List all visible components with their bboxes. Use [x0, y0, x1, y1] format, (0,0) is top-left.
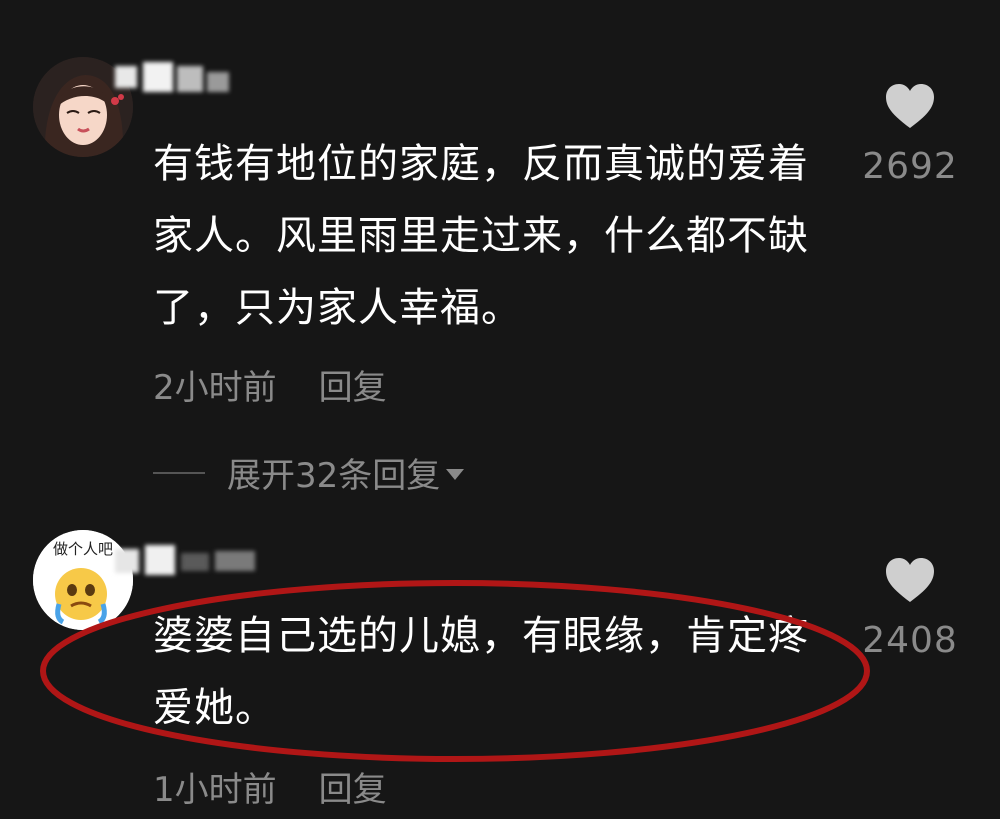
username-redacted[interactable]: [115, 62, 235, 92]
comment-meta: 2小时前 回复: [153, 360, 387, 409]
comment-meta: 1小时前 回复: [153, 762, 387, 811]
like-count: 2408: [862, 620, 958, 661]
triangle-down-icon: [446, 469, 465, 480]
comment-text: 有钱有地位的家庭，反而真诚的爱着家人。风里雨里走过来，什么都不缺了，只为家人幸福…: [153, 141, 809, 331]
like-button[interactable]: 2692: [840, 82, 980, 187]
avatar-caption: 做个人吧: [53, 540, 113, 558]
expand-replies-label: 展开32条回复: [227, 456, 441, 496]
reply-button[interactable]: 回复: [319, 762, 387, 811]
heart-icon: [886, 84, 934, 128]
heart-icon: [886, 558, 934, 602]
like-button[interactable]: 2408: [840, 556, 980, 661]
reply-button[interactable]: 回复: [319, 360, 387, 409]
expand-replies-button[interactable]: 展开32条回复: [153, 448, 465, 497]
comment-text: 婆婆自己选的儿媳，有眼缘，肯定疼爱她。: [153, 613, 809, 731]
divider-line: [153, 471, 205, 474]
comment-time: 2小时前: [153, 368, 277, 408]
comment-list: 有钱有地位的家庭，反而真诚的爱着家人。风里雨里走过来，什么都不缺了，只为家人幸福…: [0, 0, 1000, 819]
comment-time: 1小时前: [153, 770, 277, 810]
username-redacted[interactable]: [115, 545, 265, 575]
like-count: 2692: [862, 146, 958, 187]
